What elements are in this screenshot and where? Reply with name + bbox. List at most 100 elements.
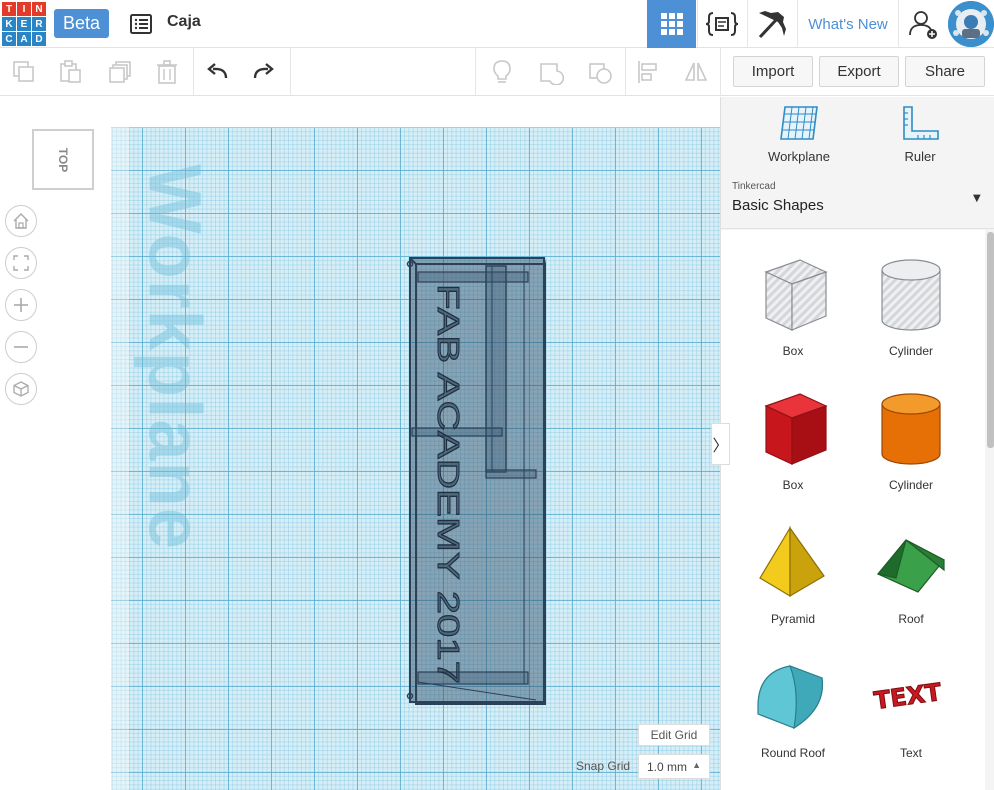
text-shape-glyphs: TEXT bbox=[872, 678, 944, 715]
share-button[interactable]: Share bbox=[905, 56, 985, 87]
logo-letter: C bbox=[2, 32, 16, 46]
shape-label: Roof bbox=[898, 612, 924, 626]
ruler-tool-label: Ruler bbox=[904, 149, 936, 164]
fit-view-icon bbox=[13, 255, 29, 271]
shape-box[interactable]: Box bbox=[738, 384, 848, 509]
home-view-button[interactable] bbox=[5, 205, 37, 237]
design-list-icon[interactable] bbox=[128, 11, 154, 37]
whats-new-link[interactable]: What's New bbox=[797, 0, 898, 48]
import-button[interactable]: Import bbox=[733, 56, 813, 87]
export-button[interactable]: Export bbox=[819, 56, 899, 87]
ruler-icon bbox=[903, 106, 939, 140]
codeblocks-button[interactable] bbox=[697, 0, 746, 48]
mirror-button[interactable] bbox=[680, 56, 712, 88]
codeblocks-icon bbox=[705, 12, 739, 36]
ortho-view-button[interactable] bbox=[5, 373, 37, 405]
redo-button[interactable] bbox=[248, 56, 280, 88]
snap-grid-value: 1.0 mm bbox=[647, 759, 688, 774]
tinkercad-logo[interactable]: TIN KER CAD bbox=[2, 2, 46, 46]
add-user-button[interactable] bbox=[898, 0, 946, 48]
caret-up-icon: ▲ bbox=[692, 760, 701, 770]
3d-view-button[interactable] bbox=[647, 0, 696, 48]
library-select[interactable]: Basic Shapes bbox=[732, 197, 824, 214]
shape-label: Box bbox=[782, 478, 804, 492]
ruler-tool-button[interactable]: Ruler bbox=[870, 105, 970, 169]
snap-grid-select[interactable]: 1.0 mm ▲ bbox=[638, 754, 710, 779]
ungroup-button[interactable] bbox=[584, 56, 616, 88]
pyramid-shape-icon bbox=[759, 525, 825, 598]
mirror-icon bbox=[684, 62, 708, 81]
shapes-grid: Box Cylinder Box Cylinder Pyramid Roof R… bbox=[721, 230, 985, 790]
group-button[interactable] bbox=[535, 56, 567, 88]
panel-header: Workplane Ruler Tinkercad Basic Shapes ▼ bbox=[721, 97, 994, 229]
copy-button[interactable] bbox=[8, 56, 40, 88]
shapes-panel: Workplane Ruler Tinkercad Basic Shapes ▼ bbox=[720, 97, 994, 790]
workplane-tool-label: Workplane bbox=[768, 149, 830, 164]
add-user-icon bbox=[908, 11, 937, 39]
shape-label: Text bbox=[899, 746, 922, 760]
view-cube-face: TOP bbox=[55, 147, 70, 172]
align-icon bbox=[638, 61, 657, 83]
undo-button[interactable] bbox=[201, 56, 233, 88]
view-cube[interactable]: TOP bbox=[32, 129, 94, 190]
plus-icon bbox=[14, 298, 28, 312]
box-model[interactable]: FAB ACADEMY 2017 bbox=[406, 254, 548, 706]
logo-letter: E bbox=[17, 17, 31, 31]
copy-icon bbox=[13, 61, 34, 82]
logo-letter: N bbox=[32, 2, 46, 16]
delete-button[interactable] bbox=[151, 56, 183, 88]
logo-letter: R bbox=[32, 17, 46, 31]
logo-letter: K bbox=[2, 17, 16, 31]
workplane-tool-button[interactable]: Workplane bbox=[749, 105, 849, 169]
trash-icon bbox=[157, 60, 177, 84]
snap-grid-label: Snap Grid bbox=[576, 759, 631, 773]
beta-badge[interactable]: Beta bbox=[54, 9, 109, 38]
zoom-in-button[interactable] bbox=[5, 289, 37, 321]
design-title[interactable]: Caja bbox=[167, 13, 201, 31]
ungroup-icon bbox=[589, 63, 612, 84]
caret-down-icon[interactable]: ▼ bbox=[973, 193, 981, 204]
fit-view-button[interactable] bbox=[5, 247, 37, 279]
align-button[interactable] bbox=[632, 56, 664, 88]
shape-pyramid[interactable]: Pyramid bbox=[738, 518, 848, 643]
round-roof-shape-icon bbox=[757, 664, 824, 730]
minecraft-button[interactable] bbox=[747, 0, 796, 48]
shape-cylinder-hole[interactable]: Cylinder bbox=[856, 250, 966, 375]
undo-icon bbox=[207, 63, 228, 79]
view-controls: TOP bbox=[0, 97, 110, 790]
edit-toolbar: Import Export Share bbox=[0, 48, 994, 96]
group-icon bbox=[540, 63, 564, 85]
home-icon bbox=[13, 213, 29, 229]
shape-text[interactable]: TEXT Text bbox=[856, 652, 966, 777]
workplane-edge bbox=[111, 127, 129, 790]
edit-grid-button[interactable]: Edit Grid bbox=[638, 724, 710, 746]
logo-letter: T bbox=[2, 2, 16, 16]
shape-label: Box bbox=[782, 344, 804, 358]
duplicate-button[interactable] bbox=[104, 56, 136, 88]
zoom-out-button[interactable] bbox=[5, 331, 37, 363]
model-engraved-text: FAB ACADEMY 2017 bbox=[431, 284, 466, 684]
avatar[interactable] bbox=[948, 1, 994, 47]
workplane-icon bbox=[780, 106, 818, 140]
cylinder-orange-shape-icon bbox=[881, 393, 941, 465]
paste-icon bbox=[60, 60, 81, 83]
lightbulb-icon bbox=[493, 60, 511, 83]
shape-box-hole[interactable]: Box bbox=[738, 250, 848, 375]
notes-button[interactable] bbox=[486, 56, 518, 88]
box-red-shape-icon bbox=[764, 393, 828, 465]
shape-label: Cylinder bbox=[888, 344, 933, 358]
collapse-panel-button[interactable]: 〉 bbox=[711, 423, 730, 465]
paste-button[interactable] bbox=[54, 56, 86, 88]
shape-label: Round Roof bbox=[760, 746, 826, 760]
shape-label: Pyramid bbox=[770, 612, 815, 626]
text-shape-icon: TEXT bbox=[872, 677, 945, 715]
shape-round-roof[interactable]: Round Roof bbox=[738, 652, 848, 777]
shape-cylinder[interactable]: Cylinder bbox=[856, 384, 966, 509]
box-gray-shape-icon bbox=[764, 259, 828, 331]
roof-shape-icon bbox=[876, 539, 945, 593]
logo-letter: I bbox=[17, 2, 31, 16]
panel-scrollbar-thumb[interactable] bbox=[987, 232, 994, 448]
cylinder-gray-shape-icon bbox=[881, 259, 941, 331]
shape-roof[interactable]: Roof bbox=[856, 518, 966, 643]
minecraft-pickaxe-icon bbox=[758, 11, 786, 39]
